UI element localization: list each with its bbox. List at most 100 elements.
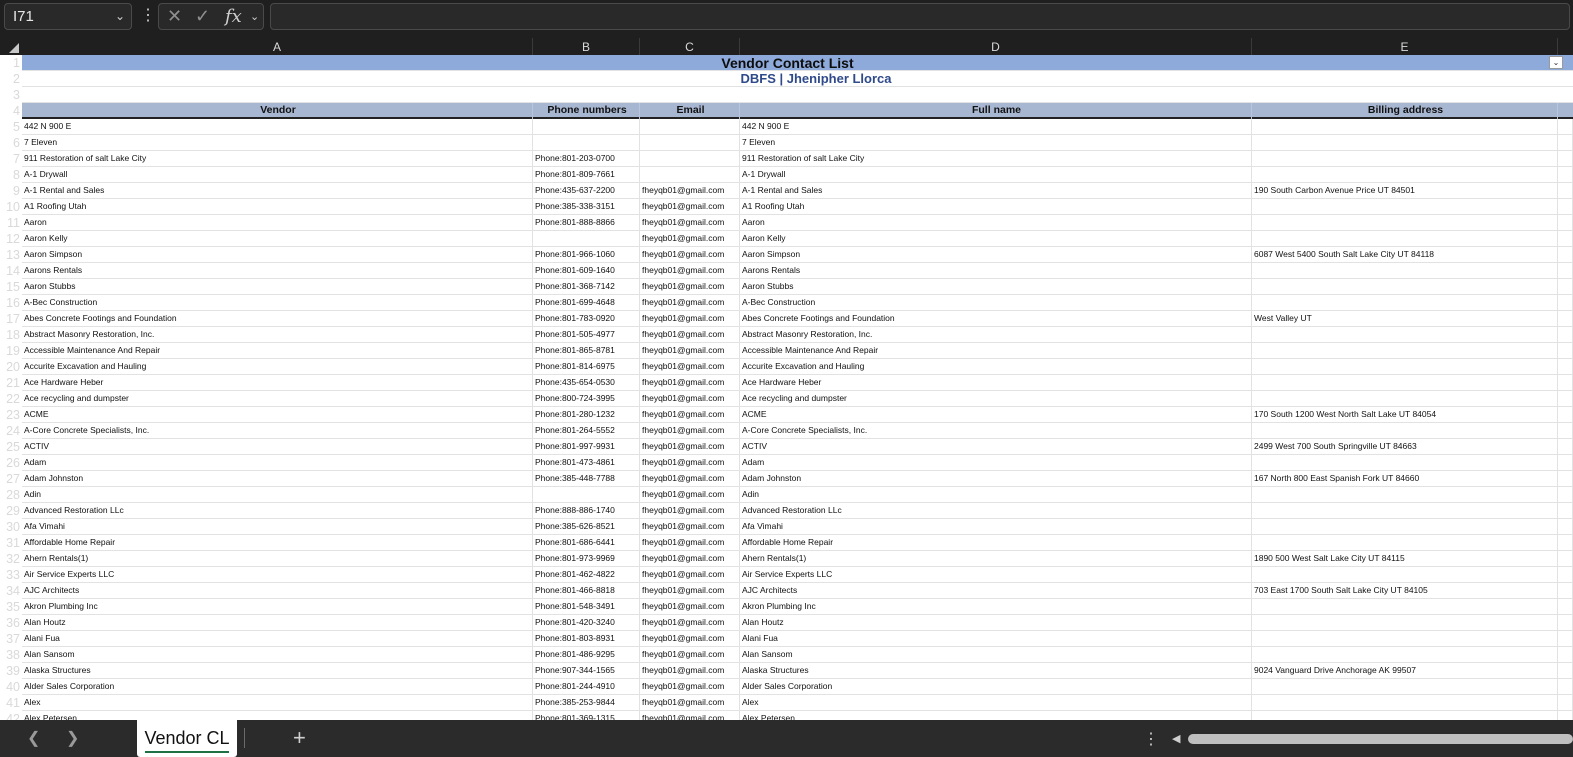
- cell-fullname[interactable]: Alani Fua: [740, 631, 1252, 647]
- cell-vendor[interactable]: Abstract Masonry Restoration, Inc.: [22, 327, 533, 343]
- cell-vendor[interactable]: Ahern Rentals(1): [22, 551, 533, 567]
- row-header[interactable]: 5: [0, 119, 22, 135]
- row-header[interactable]: 40: [0, 679, 22, 695]
- column-header-e[interactable]: E: [1252, 38, 1558, 55]
- cell-phone[interactable]: Phone:907-344-1565: [533, 663, 640, 679]
- cell-empty[interactable]: [1558, 519, 1573, 535]
- cell-vendor[interactable]: ACTIV: [22, 439, 533, 455]
- cell-fullname[interactable]: ACME: [740, 407, 1252, 423]
- cell-phone[interactable]: Phone:801-865-8781: [533, 343, 640, 359]
- cell-billing[interactable]: [1252, 295, 1558, 311]
- cell-fullname[interactable]: Accurite Excavation and Hauling: [740, 359, 1252, 375]
- cell-vendor[interactable]: Alani Fua: [22, 631, 533, 647]
- cell-phone[interactable]: Phone:385-338-3151: [533, 199, 640, 215]
- cell-billing[interactable]: [1252, 199, 1558, 215]
- row-header[interactable]: 37: [0, 631, 22, 647]
- row-header[interactable]: 42: [0, 711, 22, 720]
- cell-email[interactable]: fheyqb01@gmail.com: [640, 215, 740, 231]
- cell-billing[interactable]: [1252, 279, 1558, 295]
- cell-fullname[interactable]: Ace recycling and dumpster: [740, 391, 1252, 407]
- row-header[interactable]: 19: [0, 343, 22, 359]
- cell-empty[interactable]: [1558, 471, 1573, 487]
- cell-billing[interactable]: 190 South Carbon Avenue Price UT 84501: [1252, 183, 1558, 199]
- cell-billing[interactable]: 2499 West 700 South Springville UT 84663: [1252, 439, 1558, 455]
- cell-billing[interactable]: 9024 Vanguard Drive Anchorage AK 99507: [1252, 663, 1558, 679]
- row-header[interactable]: 12: [0, 231, 22, 247]
- cell-vendor[interactable]: Aaron: [22, 215, 533, 231]
- row-header[interactable]: 31: [0, 535, 22, 551]
- cell-vendor[interactable]: A1 Roofing Utah: [22, 199, 533, 215]
- cell-email[interactable]: fheyqb01@gmail.com: [640, 247, 740, 263]
- cell-phone[interactable]: Phone:801-264-5552: [533, 423, 640, 439]
- cell-fullname[interactable]: Alan Sansom: [740, 647, 1252, 663]
- column-header-b[interactable]: B: [533, 38, 640, 55]
- cell-vendor[interactable]: Affordable Home Repair: [22, 535, 533, 551]
- header-vendor[interactable]: Vendor: [22, 103, 533, 119]
- cell-phone[interactable]: Phone:801-280-1232: [533, 407, 640, 423]
- cell-email[interactable]: fheyqb01@gmail.com: [640, 647, 740, 663]
- cell-email[interactable]: fheyqb01@gmail.com: [640, 583, 740, 599]
- cell-email[interactable]: fheyqb01@gmail.com: [640, 343, 740, 359]
- cell-billing[interactable]: [1252, 695, 1558, 711]
- cell-fullname[interactable]: Aaron: [740, 215, 1252, 231]
- cell-empty[interactable]: [1558, 423, 1573, 439]
- row-header[interactable]: 29: [0, 503, 22, 519]
- cell-vendor[interactable]: Aaron Kelly: [22, 231, 533, 247]
- cell-email[interactable]: fheyqb01@gmail.com: [640, 679, 740, 695]
- cell-phone[interactable]: [533, 135, 640, 151]
- cell-email[interactable]: fheyqb01@gmail.com: [640, 327, 740, 343]
- cell-empty[interactable]: [1558, 295, 1573, 311]
- cell-fullname[interactable]: A1 Roofing Utah: [740, 199, 1252, 215]
- cell-billing[interactable]: [1252, 119, 1558, 135]
- cell-billing[interactable]: 703 East 1700 South Salt Lake City UT 84…: [1252, 583, 1558, 599]
- cell-billing[interactable]: [1252, 263, 1558, 279]
- cell-phone[interactable]: Phone:801-203-0700: [533, 151, 640, 167]
- cell-phone[interactable]: Phone:800-724-3995: [533, 391, 640, 407]
- cell-billing[interactable]: [1252, 359, 1558, 375]
- cell-empty[interactable]: [1558, 567, 1573, 583]
- cell-email[interactable]: fheyqb01@gmail.com: [640, 279, 740, 295]
- cell-phone[interactable]: Phone:801-814-6975: [533, 359, 640, 375]
- cell-vendor[interactable]: Aarons Rentals: [22, 263, 533, 279]
- header-fullname[interactable]: Full name: [740, 103, 1252, 119]
- cell-email[interactable]: [640, 167, 740, 183]
- cell-empty[interactable]: [1558, 695, 1573, 711]
- cell-billing[interactable]: [1252, 487, 1558, 503]
- cell-fullname[interactable]: Aarons Rentals: [740, 263, 1252, 279]
- row-header[interactable]: 6: [0, 135, 22, 151]
- cell-fullname[interactable]: Ace Hardware Heber: [740, 375, 1252, 391]
- name-box[interactable]: I71 ⌄: [4, 3, 132, 30]
- row-header[interactable]: 35: [0, 599, 22, 615]
- select-all-corner[interactable]: [0, 38, 22, 55]
- cell-fullname[interactable]: A-1 Drywall: [740, 167, 1252, 183]
- cell-fullname[interactable]: Advanced Restoration LLc: [740, 503, 1252, 519]
- cell-email[interactable]: fheyqb01@gmail.com: [640, 519, 740, 535]
- cell-empty[interactable]: [1558, 199, 1573, 215]
- cell-email[interactable]: fheyqb01@gmail.com: [640, 375, 740, 391]
- cell-email[interactable]: fheyqb01@gmail.com: [640, 263, 740, 279]
- row-header[interactable]: 25: [0, 439, 22, 455]
- chevron-right-icon[interactable]: ❯: [66, 728, 79, 748]
- cell-phone[interactable]: Phone:801-368-7142: [533, 279, 640, 295]
- cell-email[interactable]: fheyqb01@gmail.com: [640, 295, 740, 311]
- cell-phone[interactable]: [533, 231, 640, 247]
- row-header[interactable]: 16: [0, 295, 22, 311]
- cell-vendor[interactable]: Adam: [22, 455, 533, 471]
- cell-phone[interactable]: Phone:801-783-0920: [533, 311, 640, 327]
- row-header[interactable]: 41: [0, 695, 22, 711]
- cell-vendor[interactable]: Abes Concrete Footings and Foundation: [22, 311, 533, 327]
- cell-billing[interactable]: [1252, 215, 1558, 231]
- cell-email[interactable]: fheyqb01@gmail.com: [640, 631, 740, 647]
- cell-phone[interactable]: Phone:888-886-1740: [533, 503, 640, 519]
- cell-empty[interactable]: [1558, 231, 1573, 247]
- row-header[interactable]: 32: [0, 551, 22, 567]
- row-header[interactable]: 18: [0, 327, 22, 343]
- header-email[interactable]: Email: [640, 103, 740, 119]
- cell-phone[interactable]: Phone:801-548-3491: [533, 599, 640, 615]
- cell-email[interactable]: fheyqb01@gmail.com: [640, 487, 740, 503]
- cell-empty[interactable]: [1558, 247, 1573, 263]
- cell-email[interactable]: fheyqb01@gmail.com: [640, 359, 740, 375]
- cell-billing[interactable]: [1252, 343, 1558, 359]
- cell-empty[interactable]: [1558, 599, 1573, 615]
- cell-vendor[interactable]: 911 Restoration of salt Lake City: [22, 151, 533, 167]
